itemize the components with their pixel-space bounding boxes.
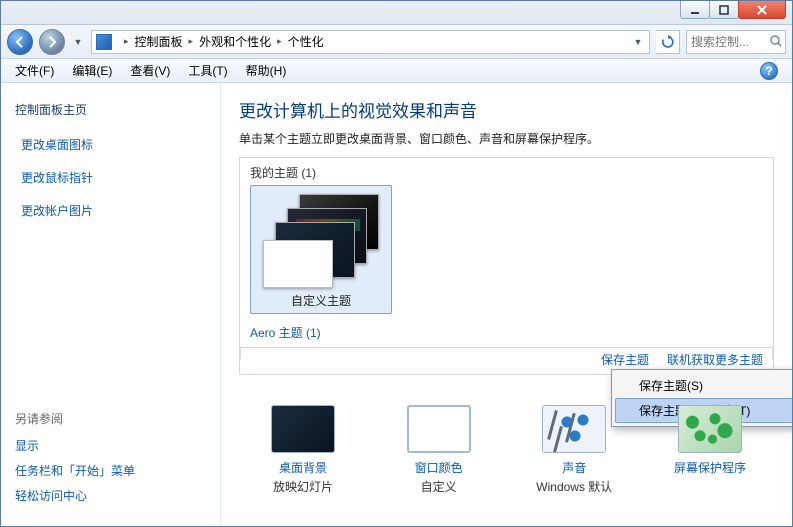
desktop-background-icon [271, 405, 335, 453]
menu-edit[interactable]: 编辑(E) [64, 60, 120, 81]
help-icon[interactable]: ? [760, 62, 778, 80]
window-color-icon [407, 405, 471, 453]
refresh-button[interactable] [656, 30, 680, 54]
search-box[interactable] [686, 30, 786, 54]
sidebar-seealso-ease[interactable]: 轻松访问中心 [15, 487, 206, 504]
get-more-themes-link[interactable]: 联机获取更多主题 [667, 351, 763, 368]
menu-file[interactable]: 文件(F) [7, 60, 62, 81]
settings-row: 桌面背景 放映幻灯片 窗口颜色 自定义 声音 Windows 默认 屏幕保护程序 [239, 405, 774, 495]
setting-subtitle: 放映幻灯片 [243, 478, 363, 495]
page-description: 单击某个主题立即更改桌面背景、窗口颜色、声音和屏幕保护程序。 [239, 130, 774, 147]
address-bar[interactable]: ▸ 控制面板 ▸ 外观和个性化 ▸ 个性化 ▼ [91, 30, 650, 54]
maximize-button[interactable] [709, 1, 739, 19]
setting-desktop-background[interactable]: 桌面背景 放映幻灯片 [243, 405, 363, 495]
address-dropdown-icon[interactable]: ▼ [631, 33, 645, 51]
sidebar-link-account-picture[interactable]: 更改帐户图片 [21, 202, 206, 219]
nav-back-button[interactable] [7, 29, 33, 55]
ctx-save-theme[interactable]: 保存主题(S) [615, 373, 792, 398]
crumb-mid[interactable]: 外观和个性化 [199, 33, 271, 50]
menu-view[interactable]: 查看(V) [122, 60, 178, 81]
page-title: 更改计算机上的视觉效果和声音 [239, 97, 774, 122]
nav-forward-button[interactable] [39, 29, 65, 55]
crumb-leaf[interactable]: 个性化 [288, 33, 324, 50]
main-content: 更改计算机上的视觉效果和声音 单击某个主题立即更改桌面背景、窗口颜色、声音和屏幕… [221, 83, 792, 526]
theme-caption: 自定义主题 [255, 292, 387, 309]
sidebar: 控制面板主页 更改桌面图标 更改鼠标指针 更改帐户图片 另请参阅 显示 任务栏和… [1, 83, 221, 526]
setting-subtitle: Windows 默认 [514, 478, 634, 495]
setting-subtitle: 自定义 [379, 478, 499, 495]
sidebar-link-mouse-pointers[interactable]: 更改鼠标指针 [21, 169, 206, 186]
setting-title: 窗口颜色 [379, 459, 499, 476]
menu-bar: 文件(F) 编辑(E) 查看(V) 工具(T) 帮助(H) ? [1, 59, 792, 83]
crumb-root[interactable]: 控制面板 [135, 33, 183, 50]
titlebar [1, 1, 792, 25]
sidebar-home-link[interactable]: 控制面板主页 [15, 101, 206, 118]
screensaver-icon [678, 405, 742, 453]
navigation-row: ▼ ▸ 控制面板 ▸ 外观和个性化 ▸ 个性化 ▼ [1, 25, 792, 59]
aero-themes-heading: Aero 主题 (1) [250, 324, 763, 341]
control-panel-window: ▼ ▸ 控制面板 ▸ 外观和个性化 ▸ 个性化 ▼ 文件(F) 编辑(E) 查看… [0, 0, 793, 527]
search-input[interactable] [691, 35, 766, 49]
setting-title: 桌面背景 [243, 459, 363, 476]
theme-thumbnail [261, 194, 381, 286]
setting-title: 屏幕保护程序 [650, 459, 770, 476]
theme-tile-custom[interactable]: 自定义主题 [250, 185, 392, 314]
sidebar-seealso-heading: 另请参阅 [15, 410, 206, 427]
nav-history-dropdown[interactable]: ▼ [71, 33, 85, 51]
menu-tools[interactable]: 工具(T) [180, 60, 235, 81]
save-theme-link[interactable]: 保存主题 [601, 351, 649, 368]
sidebar-seealso-taskbar[interactable]: 任务栏和「开始」菜单 [15, 462, 206, 479]
menu-help[interactable]: 帮助(H) [238, 60, 295, 81]
my-themes-heading: 我的主题 (1) [250, 164, 763, 181]
close-button[interactable] [738, 1, 786, 19]
breadcrumb[interactable]: ▸ 控制面板 ▸ 外观和个性化 ▸ 个性化 [118, 33, 324, 50]
sidebar-seealso-display[interactable]: 显示 [15, 437, 206, 454]
setting-title: 声音 [514, 459, 634, 476]
search-icon [770, 35, 781, 48]
personalization-icon [96, 34, 112, 50]
themes-panel: 我的主题 (1) 自定义主题 保存主题 联机获取更多主题 Aero 主题 (1) [239, 157, 774, 375]
sidebar-link-desktop-icons[interactable]: 更改桌面图标 [21, 136, 206, 153]
setting-window-color[interactable]: 窗口颜色 自定义 [379, 405, 499, 495]
minimize-button[interactable] [680, 1, 710, 19]
sound-icon [542, 405, 606, 453]
